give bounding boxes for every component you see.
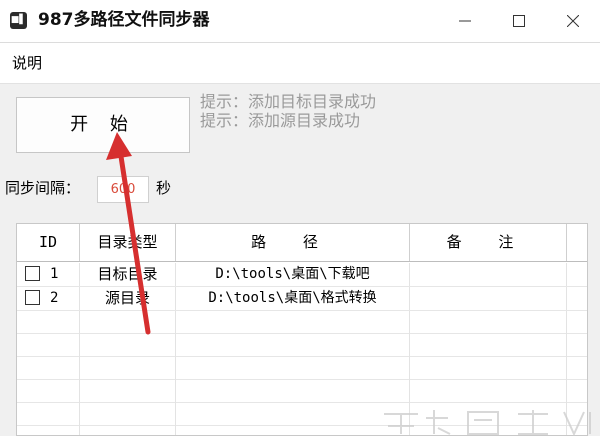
row-id: 1 <box>50 266 59 282</box>
table-row[interactable]: 1 目标目录 D:\tools\桌面\下载吧 <box>17 263 587 286</box>
row-divider <box>17 402 587 403</box>
row-note[interactable] <box>410 263 567 286</box>
table-header: ID 目录类型 路 径 备 注 <box>17 224 587 262</box>
row-type: 源目录 <box>80 287 176 310</box>
minimize-button[interactable] <box>441 0 487 42</box>
row-divider <box>17 333 587 334</box>
row-id-cell: 1 <box>17 263 80 286</box>
interval-input[interactable]: 600 <box>97 176 149 203</box>
column-divider <box>175 311 176 435</box>
column-divider <box>79 311 80 435</box>
window-title: 987多路径文件同步器 <box>38 10 210 30</box>
maximize-button[interactable] <box>495 0 541 42</box>
row-divider <box>17 379 587 380</box>
row-filler <box>567 263 587 286</box>
row-id: 2 <box>50 290 59 306</box>
column-header-type[interactable]: 目录类型 <box>80 224 176 261</box>
row-divider <box>17 310 587 311</box>
column-header-filler <box>567 224 587 261</box>
start-button[interactable]: 开 始 <box>16 97 190 153</box>
watermark-logo-icon <box>384 410 591 436</box>
row-id-cell: 2 <box>17 287 80 310</box>
row-checkbox[interactable] <box>25 266 40 281</box>
row-divider <box>17 356 587 357</box>
column-header-note[interactable]: 备 注 <box>410 224 567 261</box>
minimize-icon <box>459 20 471 22</box>
column-header-id[interactable]: ID <box>17 224 80 261</box>
row-type: 目标目录 <box>80 263 176 286</box>
close-button[interactable] <box>549 0 595 42</box>
hint-target-added: 提示：添加目标目录成功 <box>200 92 377 111</box>
row-path: D:\tools\桌面\下载吧 <box>176 263 410 286</box>
row-note[interactable] <box>410 287 567 310</box>
row-checkbox[interactable] <box>25 290 40 305</box>
row-filler <box>567 287 587 310</box>
app-icon: ■▌ <box>10 12 27 29</box>
maximize-icon <box>513 15 525 27</box>
table-row[interactable]: 2 源目录 D:\tools\桌面\格式转换 <box>17 287 587 310</box>
column-header-path[interactable]: 路 径 <box>176 224 410 261</box>
interval-unit: 秒 <box>156 179 172 197</box>
hint-source-added: 提示：添加源目录成功 <box>200 111 361 130</box>
menu-bar: 说明 <box>0 43 600 84</box>
close-icon <box>567 15 579 27</box>
interval-label: 同步间隔： <box>5 179 81 197</box>
row-path: D:\tools\桌面\格式转换 <box>176 287 410 310</box>
title-bar: ■▌ 987多路径文件同步器 <box>0 0 600 43</box>
menu-item-help[interactable]: 说明 <box>12 53 42 73</box>
